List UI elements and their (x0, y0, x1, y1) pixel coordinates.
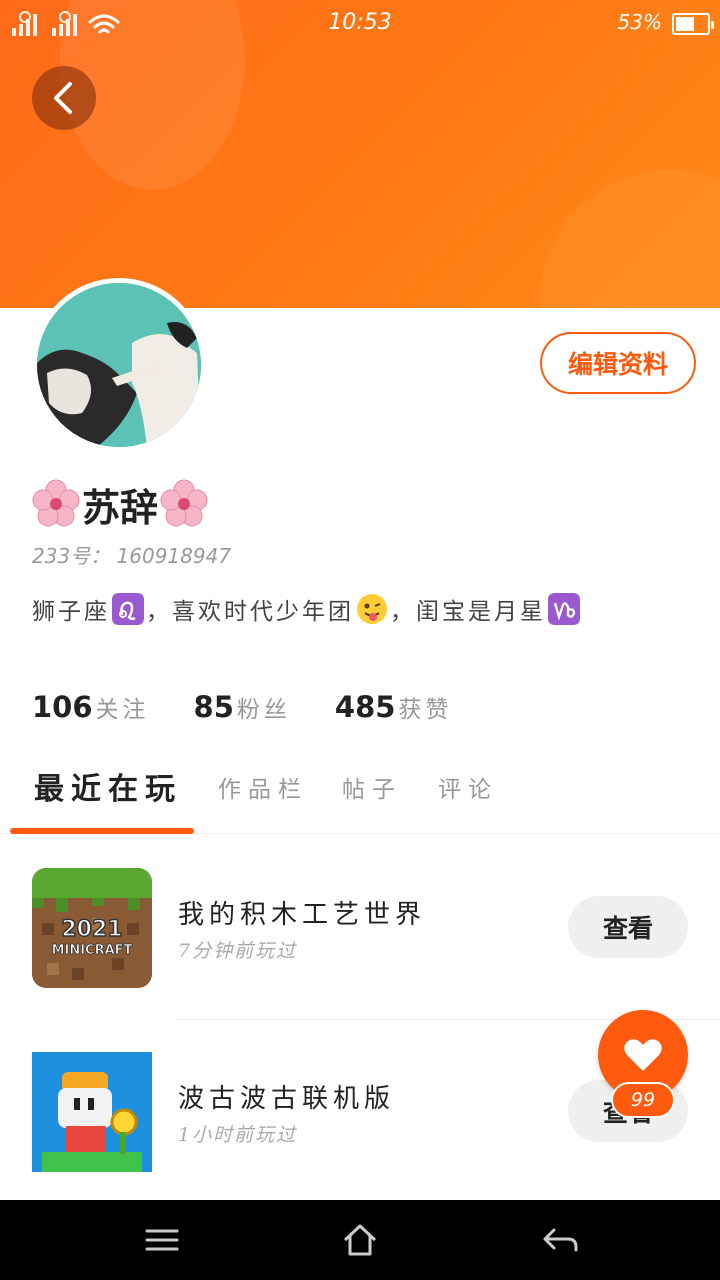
view-button[interactable]: 查看 (568, 896, 688, 958)
leo-icon (112, 593, 144, 625)
game-title: 波古波古联机版 (178, 1084, 396, 1114)
game-icon: 2021 MINICRAFT (32, 868, 152, 988)
battery-icon (672, 13, 714, 35)
back-arrow-icon[interactable] (540, 1220, 580, 1260)
stat-value: 106 (32, 690, 93, 724)
system-navigation-bar (0, 1200, 720, 1280)
minicraft-game-icon: 2021 MINICRAFT (32, 868, 152, 988)
menu-icon[interactable] (142, 1220, 182, 1260)
capricorn-icon (548, 593, 580, 625)
bogu-game-icon (32, 1052, 152, 1172)
game-last-played: 7分钟前玩过 (178, 940, 298, 962)
username: 苏辞 (30, 478, 210, 530)
back-button[interactable] (32, 66, 96, 130)
profile-tabs: 最近在玩 作品栏 帖子 评论 (0, 760, 720, 834)
tab-posts[interactable]: 帖子 (342, 770, 402, 804)
winking-tongue-face-icon (357, 594, 387, 624)
chevron-left-icon (54, 82, 72, 114)
likes-stat[interactable]: 485 获赞 (335, 690, 453, 724)
list-item[interactable]: 2021 MINICRAFT 我的积木工艺世界 7分钟前玩过 查看 (0, 858, 720, 998)
clock: 10:53 (328, 10, 392, 35)
bio-text: 狮子座 (32, 599, 110, 625)
game-last-played: 1小时前玩过 (178, 1124, 298, 1146)
icon-label: 2021 (61, 917, 122, 942)
stat-label: 获赞 (398, 697, 453, 723)
avatar-image (37, 283, 201, 447)
tab-recently-played[interactable]: 最近在玩 (34, 764, 182, 808)
tab-works[interactable]: 作品栏 (218, 770, 308, 804)
tab-comments[interactable]: 评论 (438, 770, 498, 804)
stat-value: 485 (334, 690, 396, 724)
stat-label: 关注 (95, 697, 150, 723)
edit-profile-button[interactable]: 编辑资料 (540, 332, 696, 394)
header-decoration (540, 170, 720, 308)
bio-text: ，闺宝是月星 (390, 599, 546, 625)
game-icon (32, 1052, 152, 1172)
status-bar: 10:53 53% (0, 0, 720, 50)
stat-value: 85 (193, 690, 234, 724)
battery-percent: 53% (617, 10, 662, 34)
cherry-blossom-icon (32, 479, 80, 527)
bio: 狮子座 ，喜欢时代少年团 ，闺宝是月星 (32, 592, 582, 626)
icon-label: MINICRAFT (52, 943, 133, 958)
following-stat[interactable]: 106 关注 (32, 690, 150, 724)
bio-text: ，喜欢时代少年团 (146, 599, 354, 625)
profile-stats: 106 关注 85 粉丝 485 获赞 (32, 690, 496, 734)
cherry-blossom-icon (160, 479, 208, 527)
heart-icon (624, 1039, 662, 1071)
like-count-badge: 99 (611, 1082, 675, 1118)
home-icon[interactable] (340, 1220, 380, 1260)
game-title: 我的积木工艺世界 (178, 900, 427, 930)
active-tab-indicator (10, 828, 194, 834)
user-id: 233号： 160918947 (32, 544, 232, 568)
avatar[interactable] (32, 278, 206, 452)
followers-stat[interactable]: 85 粉丝 (194, 690, 291, 724)
stat-label: 粉丝 (236, 697, 291, 723)
username-text: 苏辞 (82, 485, 159, 530)
